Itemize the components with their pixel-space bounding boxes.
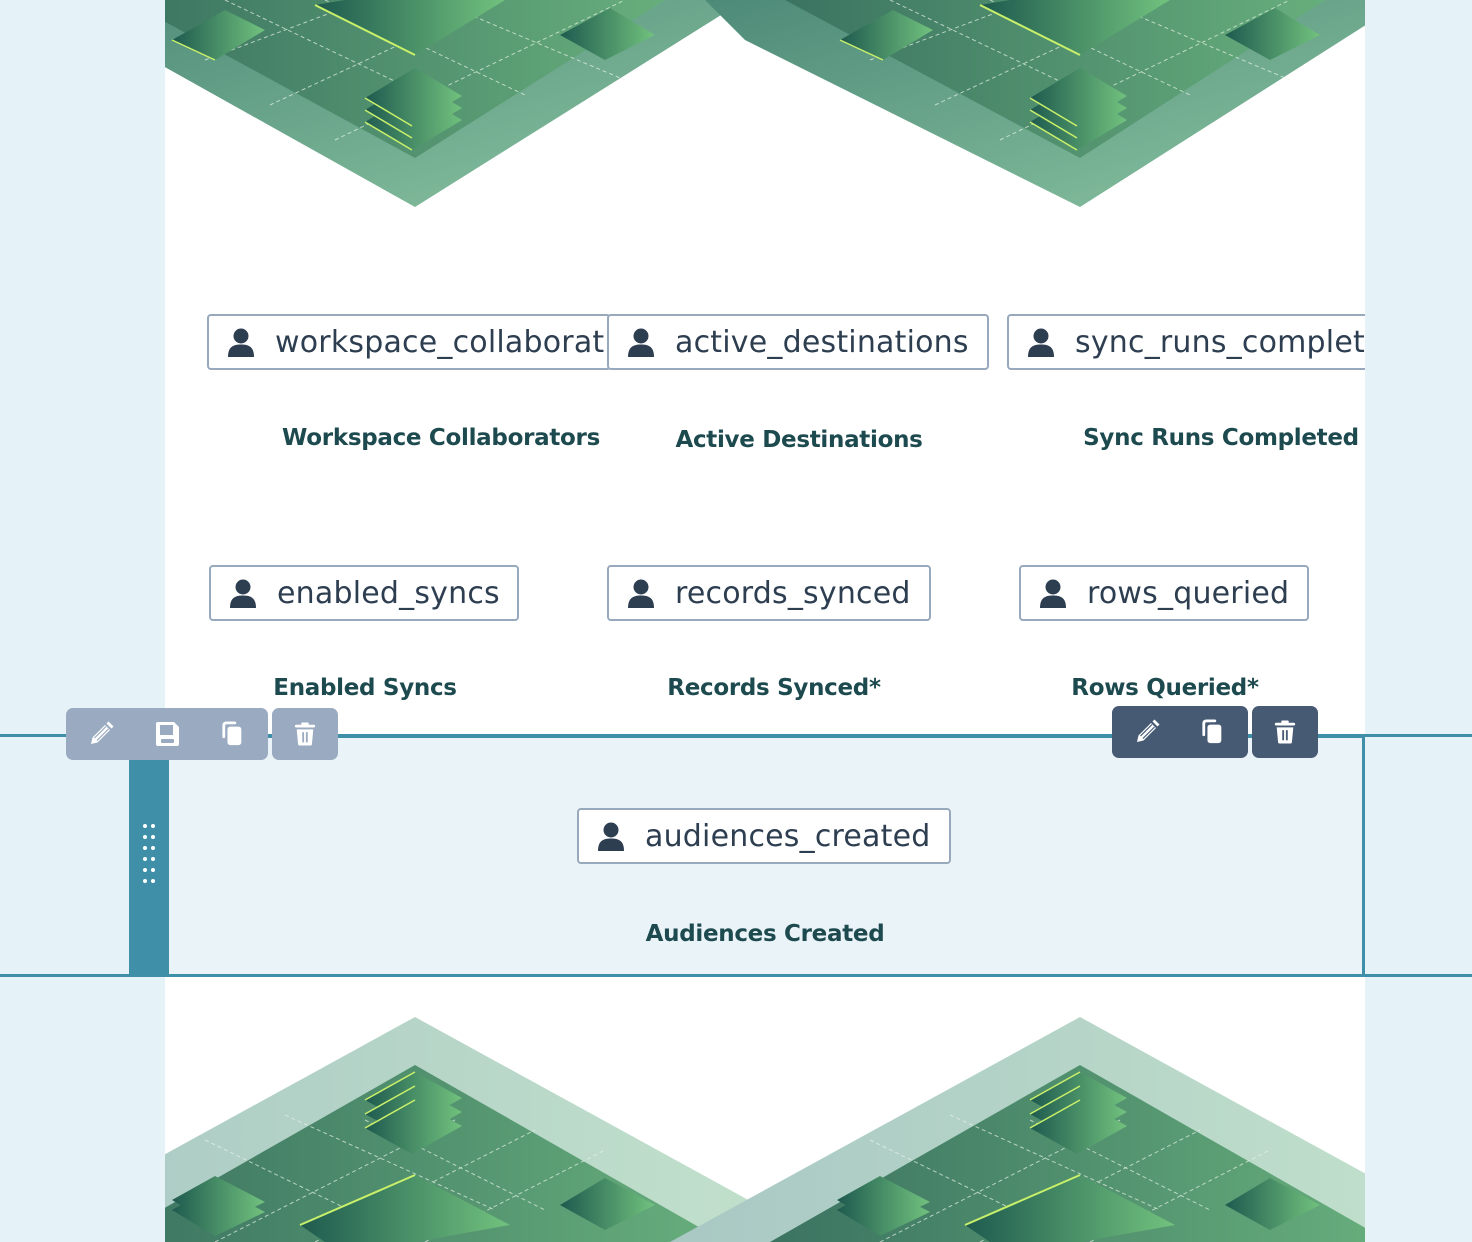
user-icon: [229, 578, 257, 608]
save-icon: [154, 721, 180, 747]
user-icon: [227, 327, 255, 357]
copy-icon: [1201, 719, 1225, 745]
delete-icon: [1273, 719, 1297, 745]
isometric-grid-right: [705, 0, 1365, 207]
metric-label-sync-runs-completed: Sync Runs Completed: [1083, 425, 1359, 451]
section-toolbar: [66, 708, 338, 760]
metric-label-active-destinations: Active Destinations: [675, 427, 923, 453]
block-toolbar-delete-group: [1252, 706, 1318, 758]
variable-token-workspace-collaborators[interactable]: workspace_collaborat: [207, 314, 611, 370]
block-toolbar: [1112, 706, 1318, 758]
selected-section[interactable]: audiences_created Audiences Created: [129, 735, 1365, 977]
edit-section-button[interactable]: [68, 708, 134, 760]
variable-token-text: workspace_collaborat: [275, 324, 605, 360]
variable-token-text: active_destinations: [675, 324, 969, 360]
duplicate-block-button[interactable]: [1180, 706, 1246, 758]
delete-block-button[interactable]: [1254, 706, 1316, 758]
copy-icon: [221, 721, 245, 747]
variable-token-audiences-created[interactable]: audiences_created: [577, 808, 951, 864]
variable-token-text: records_synced: [675, 575, 911, 611]
decorative-illustration-bottom: [165, 1017, 1365, 1242]
variable-token-active-destinations[interactable]: active_destinations: [607, 314, 989, 370]
isometric-grid-left-bottom: [165, 1017, 825, 1242]
variable-token-text: rows_queried: [1087, 575, 1290, 611]
variable-token-records-synced[interactable]: records_synced: [607, 565, 931, 621]
user-icon: [1027, 327, 1055, 357]
variable-token-text: enabled_syncs: [277, 575, 500, 611]
edit-block-button[interactable]: [1114, 706, 1180, 758]
edit-icon: [88, 721, 114, 747]
save-section-button[interactable]: [134, 708, 200, 760]
edit-icon: [1134, 719, 1160, 745]
duplicate-section-button[interactable]: [200, 708, 266, 760]
metric-label-records-synced: Records Synced*: [667, 675, 881, 701]
metric-label-enabled-syncs: Enabled Syncs: [273, 675, 457, 701]
section-toolbar-main-group: [66, 708, 268, 760]
page-canvas: workspace_collaborat active_destinations…: [165, 0, 1365, 1242]
block-toolbar-main-group: [1112, 706, 1248, 758]
user-icon: [627, 578, 655, 608]
variable-token-text: audiences_created: [645, 818, 931, 854]
isometric-grid-right-bottom: [670, 1017, 1365, 1242]
metric-label-rows-queried: Rows Queried*: [1071, 675, 1259, 701]
user-icon: [597, 821, 625, 851]
section-drag-handle[interactable]: [129, 735, 169, 977]
variable-token-sync-runs-completed[interactable]: sync_runs_completed: [1007, 314, 1365, 370]
decorative-illustration-top: [165, 0, 1365, 207]
metric-label-workspace-collaborators: Workspace Collaborators: [282, 425, 600, 451]
user-icon: [1039, 578, 1067, 608]
metric-label-audiences-created: Audiences Created: [645, 921, 885, 947]
variable-token-rows-queried[interactable]: rows_queried: [1019, 565, 1309, 621]
drag-grip-icon: [143, 824, 155, 883]
delete-icon: [293, 721, 317, 747]
delete-section-button[interactable]: [274, 708, 336, 760]
section-toolbar-delete-group: [272, 708, 338, 760]
isometric-grid-left: [165, 0, 745, 207]
variable-token-text: sync_runs_completed: [1075, 324, 1365, 360]
user-icon: [627, 327, 655, 357]
variable-token-enabled-syncs[interactable]: enabled_syncs: [209, 565, 519, 621]
